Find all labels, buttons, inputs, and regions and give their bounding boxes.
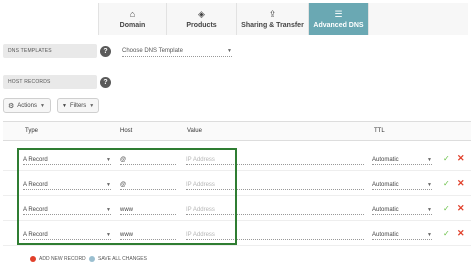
value-placeholder: IP Address — [186, 182, 215, 188]
ttl-select[interactable]: Automatic ▼ — [372, 156, 432, 165]
delete-row-x-icon[interactable]: ✕ — [457, 178, 465, 189]
chevron-down-icon: ▼ — [427, 182, 432, 188]
record-type-select[interactable]: A Record ▼ — [23, 231, 111, 240]
delete-row-x-icon[interactable]: ✕ — [457, 203, 465, 214]
add-record-icon — [30, 256, 36, 262]
ttl-value: Automatic — [372, 207, 399, 213]
filters-button[interactable]: ▼ Filters ▼ — [57, 98, 99, 113]
add-new-record-label: ADD NEW RECORD — [39, 256, 86, 262]
chevron-down-icon: ▼ — [427, 207, 432, 213]
table-row: A Record ▼ www IP Address Automatic ▼ ✓ … — [3, 196, 471, 221]
host-value: @ — [120, 157, 127, 163]
actions-button-label: Actions — [17, 102, 37, 109]
chevron-down-icon: ▼ — [39, 102, 45, 109]
table-row: A Record ▼ @ IP Address Automatic ▼ ✓ ✕ — [3, 171, 471, 196]
filter-icon: ▼ — [62, 102, 67, 109]
dns-icon: ☰ — [334, 8, 343, 19]
share-icon: ⇪ — [268, 8, 277, 19]
gear-icon: ⚙ — [8, 102, 15, 110]
header-ttl: TTL — [374, 128, 385, 134]
host-input[interactable]: www — [120, 231, 176, 240]
host-value: @ — [120, 182, 127, 188]
value-input[interactable]: IP Address — [186, 206, 364, 215]
dns-template-select[interactable]: Choose DNS Template ▼ — [122, 46, 232, 57]
host-records-label: HOST RECORDS — [3, 75, 97, 89]
header-host: Host — [120, 128, 133, 134]
tab-sharing-transfer[interactable]: ⇪ Sharing & Transfer — [236, 3, 308, 35]
tab-domain[interactable]: ⌂ Domain — [98, 3, 166, 35]
chevron-down-icon: ▼ — [427, 157, 432, 163]
value-placeholder: IP Address — [186, 157, 215, 163]
dns-templates-help-icon[interactable]: ? — [100, 46, 111, 57]
tab-domain-label: Domain — [119, 21, 146, 29]
home-icon: ⌂ — [129, 8, 136, 19]
save-all-changes-label: SAVE ALL CHANGES — [98, 256, 147, 262]
record-type-value: A Record — [23, 207, 48, 213]
chevron-down-icon: ▼ — [106, 182, 111, 188]
ttl-select[interactable]: Automatic ▼ — [372, 231, 432, 240]
ttl-value: Automatic — [372, 157, 399, 163]
chevron-down-icon: ▼ — [227, 48, 232, 54]
tab-sharing-label: Sharing & Transfer — [241, 21, 304, 29]
tab-advanced-dns[interactable]: ☰ Advanced DNS — [308, 3, 368, 35]
dns-templates-label: DNS TEMPLATES — [3, 44, 97, 58]
actions-button[interactable]: ⚙ Actions ▼ — [3, 98, 51, 113]
host-input[interactable]: @ — [120, 156, 176, 165]
record-type-select[interactable]: A Record ▼ — [23, 206, 111, 215]
host-value: www — [120, 207, 133, 213]
table-row: A Record ▼ @ IP Address Automatic ▼ ✓ ✕ — [3, 146, 471, 171]
save-row-check-icon[interactable]: ✓ — [443, 229, 450, 238]
save-all-changes-link[interactable]: SAVE ALL CHANGES — [89, 256, 147, 262]
record-type-value: A Record — [23, 182, 48, 188]
record-type-value: A Record — [23, 232, 48, 238]
value-input[interactable]: IP Address — [186, 231, 364, 240]
save-row-check-icon[interactable]: ✓ — [443, 154, 450, 163]
value-input[interactable]: IP Address — [186, 156, 364, 165]
box-icon: ◈ — [198, 8, 205, 19]
value-placeholder: IP Address — [186, 232, 215, 238]
delete-row-x-icon[interactable]: ✕ — [457, 228, 465, 239]
add-new-record-link[interactable]: ADD NEW RECORD — [30, 256, 86, 262]
header-value: Value — [187, 128, 202, 134]
tab-products-label: Products — [186, 21, 217, 29]
value-placeholder: IP Address — [186, 207, 215, 213]
ttl-value: Automatic — [372, 232, 399, 238]
host-input[interactable]: www — [120, 206, 176, 215]
filters-button-label: Filters — [69, 102, 87, 109]
chevron-down-icon: ▼ — [106, 232, 111, 238]
table-row: A Record ▼ www IP Address Automatic ▼ ✓ … — [3, 221, 471, 246]
records-table-header: Type Host Value TTL — [3, 121, 471, 141]
chevron-down-icon: ▼ — [89, 102, 95, 109]
ttl-select[interactable]: Automatic ▼ — [372, 181, 432, 190]
dns-template-select-value: Choose DNS Template — [122, 48, 183, 54]
host-records-help-icon[interactable]: ? — [100, 77, 111, 88]
tab-advanced-dns-label: Advanced DNS — [313, 21, 364, 29]
save-row-check-icon[interactable]: ✓ — [443, 204, 450, 213]
delete-row-x-icon[interactable]: ✕ — [457, 153, 465, 164]
host-value: www — [120, 232, 133, 238]
record-type-value: A Record — [23, 157, 48, 163]
host-input[interactable]: @ — [120, 181, 176, 190]
header-type: Type — [25, 128, 39, 134]
chevron-down-icon: ▼ — [106, 157, 111, 163]
save-icon — [89, 256, 95, 262]
record-type-select[interactable]: A Record ▼ — [23, 156, 111, 165]
dns-tab-bar: ⌂ Domain ◈ Products ⇪ Sharing & Transfer… — [98, 3, 468, 35]
value-input[interactable]: IP Address — [186, 181, 364, 190]
chevron-down-icon: ▼ — [106, 207, 111, 213]
record-type-select[interactable]: A Record ▼ — [23, 181, 111, 190]
ttl-select[interactable]: Automatic ▼ — [372, 206, 432, 215]
ttl-value: Automatic — [372, 182, 399, 188]
save-row-check-icon[interactable]: ✓ — [443, 179, 450, 188]
tab-bar-filler — [368, 3, 468, 35]
tab-products[interactable]: ◈ Products — [166, 3, 236, 35]
chevron-down-icon: ▼ — [427, 232, 432, 238]
